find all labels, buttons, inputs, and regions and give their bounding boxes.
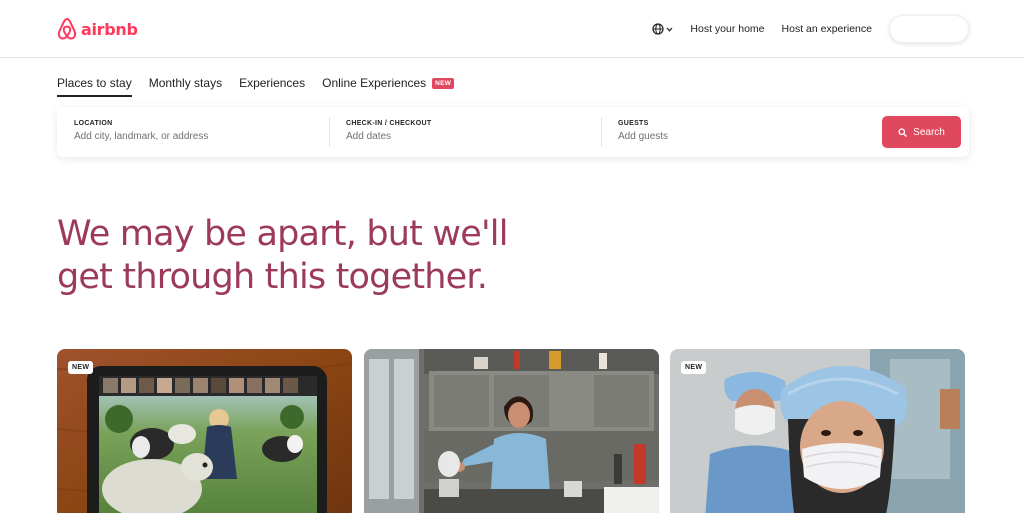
top-header: airbnb Host your home Host an experience [0, 0, 1024, 58]
guests-label: GUESTS [618, 120, 649, 127]
hero-line-1: We may be apart, but we'll [57, 214, 508, 254]
guests-field[interactable]: GUESTS Add guests [601, 107, 883, 157]
online-experience-image [57, 349, 352, 513]
new-badge: NEW [681, 361, 707, 374]
tab-online-experiences[interactable]: Online Experiences NEW [322, 76, 455, 95]
card-kitchen[interactable] [364, 349, 659, 513]
tab-experiences[interactable]: Experiences [239, 76, 305, 95]
location-field[interactable]: LOCATION Add city, landmark, or address [57, 107, 329, 157]
search-button[interactable]: Search [882, 116, 961, 148]
chevron-down-icon [666, 27, 673, 32]
tab-label: Online Experiences [322, 76, 427, 90]
airbnb-logo-icon [57, 18, 77, 40]
host-experience-link[interactable]: Host an experience [782, 23, 872, 35]
hero-line-2: get through this together. [57, 257, 488, 297]
card-online-experience[interactable]: NEW [57, 349, 352, 513]
tab-label: Monthly stays [148, 76, 223, 90]
search-button-label: Search [913, 126, 945, 138]
tab-label: Places to stay [57, 76, 132, 90]
card-healthcare[interactable]: NEW [670, 349, 965, 513]
tab-places-to-stay[interactable]: Places to stay [57, 76, 132, 97]
location-input[interactable]: Add city, landmark, or address [74, 131, 329, 142]
new-badge: NEW [68, 361, 94, 374]
header-nav: Host your home Host an experience [652, 14, 969, 44]
guests-input[interactable]: Add guests [618, 131, 883, 142]
logo-text: airbnb [81, 19, 138, 39]
search-icon [898, 127, 907, 137]
healthcare-workers-image [670, 349, 965, 513]
airbnb-logo[interactable]: airbnb [57, 17, 138, 41]
dates-label: CHECK-IN / CHECKOUT [346, 120, 432, 127]
dates-field[interactable]: CHECK-IN / CHECKOUT Add dates [329, 107, 601, 157]
tab-label: Experiences [239, 76, 306, 90]
profile-menu-button[interactable] [889, 15, 969, 43]
language-button[interactable] [652, 23, 673, 35]
new-badge: NEW [432, 77, 455, 89]
tab-monthly-stays[interactable]: Monthly stays [149, 76, 222, 95]
dates-input[interactable]: Add dates [346, 131, 601, 142]
hero-heading: We may be apart, but we'll get through t… [57, 213, 508, 299]
category-tabs: Places to stay Monthly stays Experiences… [57, 76, 471, 97]
kitchen-image [364, 349, 659, 513]
location-label: LOCATION [74, 120, 113, 127]
host-your-home-link[interactable]: Host your home [690, 23, 764, 35]
search-bar: LOCATION Add city, landmark, or address … [57, 107, 969, 157]
globe-icon [652, 23, 664, 35]
